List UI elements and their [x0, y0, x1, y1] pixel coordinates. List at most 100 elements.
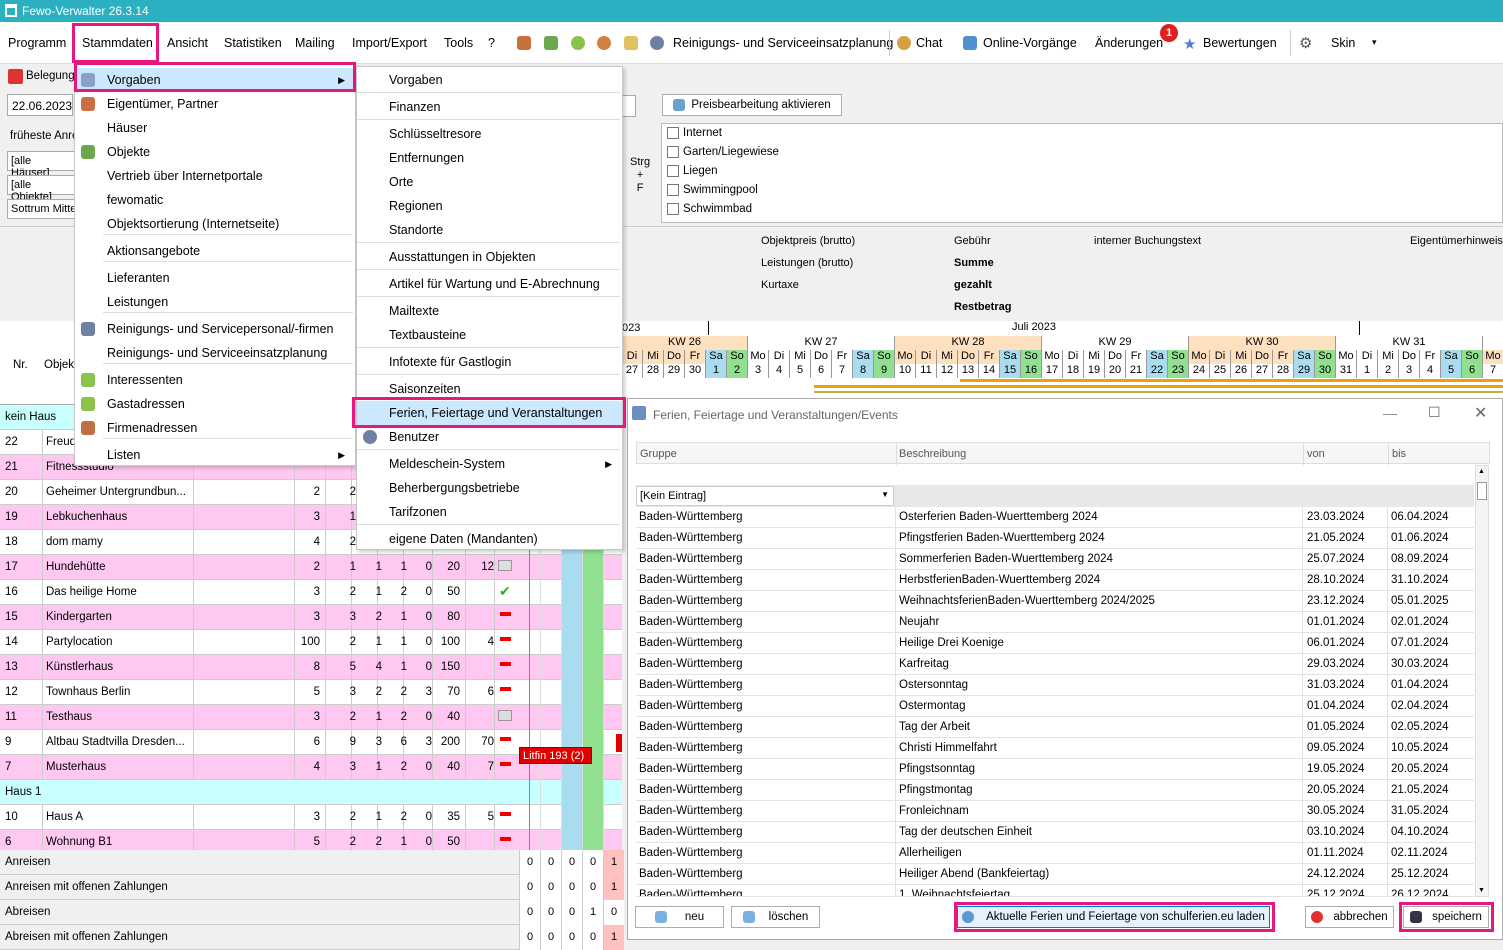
table-row[interactable]: Baden-Württemberg HerbstferienBaden-Wuert…: [636, 570, 1474, 591]
stamm-menu-item[interactable]: Gastadressen: [75, 392, 355, 416]
calendar-cell[interactable]: [603, 555, 624, 580]
table-row[interactable]: Baden-Württemberg Pfingstsonntag 19.05.202…: [636, 759, 1474, 780]
vorgaben-menu-item[interactable]: Meldeschein-System ▶: [357, 452, 622, 476]
table-row[interactable]: 12 Townhaus Berlin 5 3 2 2 3 70 6: [0, 680, 622, 705]
stamm-menu-item[interactable]: fewomatic: [75, 188, 355, 212]
scrollbar-thumb[interactable]: [1477, 482, 1487, 500]
stamm-menu-item[interactable]: Objektsortierung (Internetseite): [75, 212, 355, 236]
menu-aenderungen[interactable]: Änderungen: [1095, 36, 1163, 50]
vorgaben-menu-item[interactable]: Regionen: [357, 194, 622, 218]
calendar-cell[interactable]: [540, 805, 561, 830]
stamm-menu-item[interactable]: Firmenadressen: [75, 416, 355, 440]
col-beschreibung[interactable]: Beschreibung: [899, 448, 966, 460]
objekte-select[interactable]: [alle Objekte]: [7, 175, 75, 203]
gruppe-filter-select[interactable]: [Kein Eintrag] ▼: [636, 486, 894, 506]
table-row[interactable]: Baden-Württemberg Ostermontag 01.04.2024 02…: [636, 696, 1474, 717]
calendar-cell[interactable]: [561, 655, 582, 680]
date-input[interactable]: 22.06.2023: [7, 94, 73, 116]
calendar-cell[interactable]: [561, 780, 582, 805]
stamm-menu-item[interactable]: Reinigungs- und Serviceeinsatzplanung: [75, 341, 355, 365]
checkbox-swimmingpool[interactable]: [667, 184, 679, 196]
calendar-cell[interactable]: [603, 680, 624, 705]
table-row[interactable]: Baden-Württemberg Ostersonntag 31.03.2024 0…: [636, 675, 1474, 696]
table-row[interactable]: 16 Das heilige Home 3 2 1 2 0 50 ✔: [0, 580, 622, 605]
neu-button[interactable]: neu: [635, 906, 724, 928]
column-objekt[interactable]: Objek: [44, 359, 74, 371]
calendar-cell[interactable]: [603, 755, 624, 780]
calendar-cell[interactable]: [582, 680, 603, 705]
stamm-menu-item[interactable]: Leistungen: [75, 290, 355, 314]
calendar-cell[interactable]: [582, 655, 603, 680]
col-bis[interactable]: bis: [1392, 448, 1406, 460]
vorgaben-menu-item[interactable]: Schlüsseltresore: [357, 122, 622, 146]
star-icon[interactable]: ★: [1183, 35, 1196, 53]
calendar-cell[interactable]: [540, 655, 561, 680]
preis-button[interactable]: Preisbearbeitung aktivieren: [662, 94, 842, 116]
calendar-cell[interactable]: [603, 605, 624, 630]
abbrechen-button[interactable]: abbrechen: [1305, 906, 1394, 928]
search-input[interactable]: [622, 95, 636, 117]
menu-bewertungen[interactable]: Bewertungen: [1203, 36, 1277, 50]
calendar-cell[interactable]: [603, 655, 624, 680]
checkbox-schwimmbad[interactable]: [667, 203, 679, 215]
calendar-cell[interactable]: [582, 580, 603, 605]
calendar-cell[interactable]: [582, 805, 603, 830]
menu-mailing[interactable]: Mailing: [295, 36, 335, 50]
house-icon[interactable]: [544, 36, 558, 50]
calendar-cell[interactable]: [540, 555, 561, 580]
stamm-menu-item[interactable]: Vertrieb über Internetportale: [75, 164, 355, 188]
menu-tools[interactable]: Tools: [444, 36, 473, 50]
owner-icon[interactable]: [517, 36, 531, 50]
menu-import-export[interactable]: Import/Export: [352, 36, 427, 50]
table-row[interactable]: Baden-Württemberg Pfingstferien Baden-Wue…: [636, 528, 1474, 549]
calendar-cell[interactable]: [561, 580, 582, 605]
scroll-up-icon[interactable]: ▲: [1478, 468, 1485, 475]
stamm-menu-item[interactable]: Eigentümer, Partner: [75, 92, 355, 116]
gear-icon[interactable]: ⚙: [1299, 34, 1312, 52]
table-row[interactable]: Baden-Württemberg Tag der Arbeit 01.05.202…: [636, 717, 1474, 738]
vorgaben-menu-item[interactable]: Textbausteine: [357, 323, 622, 347]
checkbox-liegen[interactable]: [667, 165, 679, 177]
calendar-cell[interactable]: [582, 605, 603, 630]
cleaning-staff-icon[interactable]: [650, 36, 664, 50]
stamm-menu-item[interactable]: Lieferanten: [75, 266, 355, 290]
table-row[interactable]: Baden-Württemberg Christi Himmelfahrt 09.0…: [636, 738, 1474, 759]
calendar-cell[interactable]: [561, 630, 582, 655]
table-row[interactable]: Baden-Württemberg Fronleichnam 30.05.2024 3…: [636, 801, 1474, 822]
vorgaben-menu-item[interactable]: eigene Daten (Mandanten): [357, 527, 622, 551]
haeuser-select[interactable]: [alle Häuser]: [7, 151, 75, 179]
calendar-cell[interactable]: [540, 580, 561, 605]
table-row[interactable]: 15 Kindergarten 3 3 2 1 0 80: [0, 605, 622, 630]
vorgaben-menu-item[interactable]: Finanzen: [357, 95, 622, 119]
calendar-cell[interactable]: [561, 805, 582, 830]
vorgaben-menu-item[interactable]: Entfernungen: [357, 146, 622, 170]
stamm-menu-item[interactable]: Reinigungs- und Servicepersonal/-firmen: [75, 317, 355, 341]
calendar-cell[interactable]: [540, 780, 561, 805]
vorgaben-menu-item[interactable]: Tarifzonen: [357, 500, 622, 524]
vorgaben-menu-item[interactable]: Mailtexte: [357, 299, 622, 323]
calendar-cell[interactable]: [603, 580, 624, 605]
menu-programm[interactable]: Programm: [8, 36, 66, 50]
vorgaben-menu-item[interactable]: Orte: [357, 170, 622, 194]
table-row[interactable]: 14 Partylocation 100 2 1 1 0 100 4: [0, 630, 622, 655]
menu-reinigung[interactable]: Reinigungs- und Serviceeinsatzplanung: [673, 36, 893, 50]
calendar-cell[interactable]: [603, 630, 624, 655]
chevron-down-icon[interactable]: ▾: [1372, 37, 1377, 48]
calendar-cell[interactable]: [561, 680, 582, 705]
col-von[interactable]: von: [1307, 448, 1325, 460]
online-icon[interactable]: [963, 36, 977, 50]
menu-online-vorgaenge[interactable]: Online-Vorgänge: [983, 36, 1077, 50]
person-green-icon[interactable]: [571, 36, 585, 50]
col-gruppe[interactable]: Gruppe: [640, 448, 677, 460]
scroll-down-icon[interactable]: ▼: [1478, 887, 1485, 894]
table-row[interactable]: Baden-Württemberg Neujahr 01.01.2024 02.01.…: [636, 612, 1474, 633]
table-row[interactable]: Baden-Württemberg 1. Weihnachtsfeiertag 25…: [636, 885, 1474, 897]
column-nr[interactable]: Nr.: [13, 359, 28, 371]
clipboard-icon[interactable]: [624, 36, 638, 50]
calendar-cell[interactable]: [540, 605, 561, 630]
table-row[interactable]: 11 Testhaus 3 2 1 2 0 40: [0, 705, 622, 730]
vorgaben-menu-item[interactable]: Infotexte für Gastlogin: [357, 350, 622, 374]
vorgaben-menu-item[interactable]: Vorgaben: [357, 68, 622, 92]
calendar-cell[interactable]: [582, 780, 603, 805]
table-row[interactable]: Baden-Württemberg Pfingstmontag 20.05.2024…: [636, 780, 1474, 801]
